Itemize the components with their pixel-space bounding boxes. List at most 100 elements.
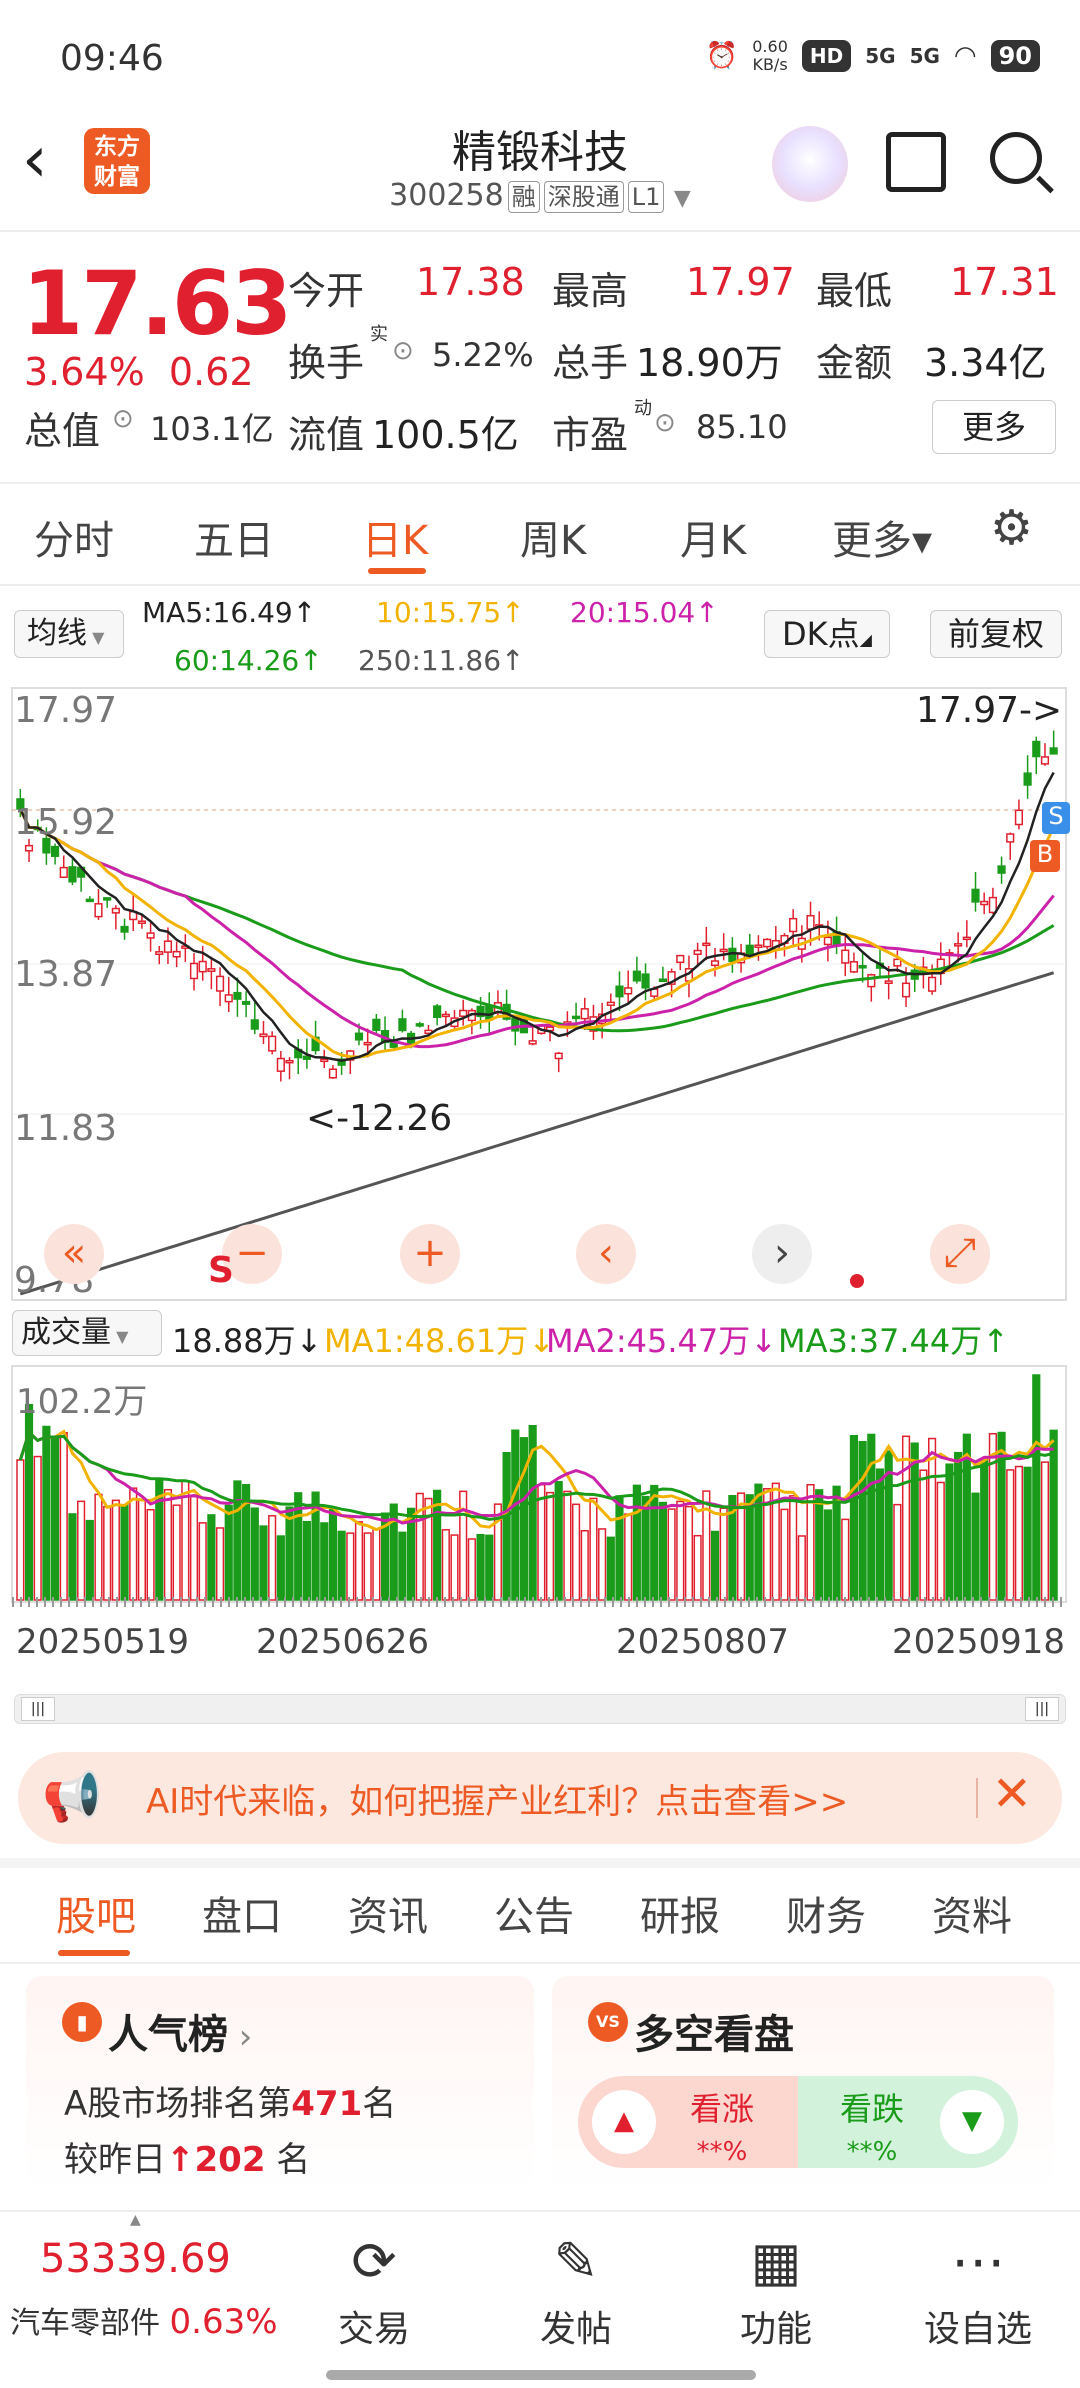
candle [858, 965, 867, 969]
promo-banner[interactable]: 📢 AI时代来临，如何把握产业红利？点击查看>> ✕ [18, 1752, 1062, 1844]
tab-five-day[interactable]: 五日 [194, 508, 274, 566]
tab-forum[interactable]: 股吧 [56, 1884, 136, 1942]
candle [728, 947, 737, 963]
zoom-in-icon[interactable]: + [400, 1224, 460, 1284]
assistant-avatar-icon[interactable] [772, 126, 848, 202]
close-icon[interactable]: ✕ [992, 1766, 1032, 1822]
bear-button-icon[interactable]: ▼ [940, 2090, 1004, 2154]
candle [754, 944, 763, 948]
nav-post[interactable]: ✎ 发帖 [506, 2230, 646, 2352]
kline-chart[interactable]: 17.97 15.92 13.87 11.83 9.78 17.97-> <-1… [0, 684, 1080, 1304]
promo-text[interactable]: AI时代来临，如何把握产业红利？点击查看>> [146, 1774, 848, 1823]
current-price: 17.63 [22, 252, 292, 355]
candle [85, 898, 94, 903]
nav-trade[interactable]: ⟳ 交易 [304, 2230, 444, 2352]
candle [1032, 740, 1041, 758]
dropdown-icon[interactable]: ▼ [674, 186, 691, 211]
tab-daily-k[interactable]: 日K [362, 508, 428, 566]
candle [415, 1023, 424, 1027]
volume-bar [85, 1519, 94, 1601]
more-button[interactable]: 更多 [932, 400, 1056, 454]
rewind-icon[interactable]: « [44, 1224, 104, 1284]
date-1: 20250519 [16, 1622, 190, 1662]
info-icon[interactable]: ⊙ [654, 408, 676, 438]
dk-point-button[interactable]: DK点◢ [764, 610, 890, 658]
volume-bar [797, 1535, 806, 1601]
candle [207, 968, 216, 972]
candle [1040, 756, 1050, 765]
caret-up-icon[interactable]: ▲ [130, 2212, 141, 2228]
gear-icon[interactable]: ⚙ [990, 500, 1033, 556]
nav-watchlist[interactable]: ⋯ 设自选 [908, 2230, 1048, 2352]
tab-news[interactable]: 资讯 [348, 1884, 428, 1942]
volume-chart[interactable]: 102.2万 [0, 1364, 1080, 1614]
nav-watchlist-label: 设自选 [923, 2309, 1032, 2350]
hd-icon: HD [801, 40, 852, 72]
candle [146, 932, 155, 939]
sell-marker[interactable]: S [1042, 802, 1070, 834]
volume-bar [954, 1451, 963, 1601]
ma-legend: 均线 ▼ MA5:16.49↑ 10:15.75↑ 20:15.04↑ 60:1… [0, 588, 1080, 684]
dk-point-label: DK点 [782, 615, 860, 653]
index-value[interactable]: 53339.69 [40, 2236, 231, 2282]
ma-selector[interactable]: 均线 ▼ [14, 610, 124, 658]
rank-prefix: A股市场排名第 [64, 2084, 292, 2124]
volume-bar [398, 1531, 407, 1601]
candle [676, 954, 685, 964]
volume-bar [632, 1484, 641, 1601]
nav-function-label: 功能 [739, 2309, 812, 2350]
adjust-button[interactable]: 前复权 [930, 610, 1062, 658]
chart-scrollbar[interactable]: ||| ||| [14, 1694, 1066, 1724]
home-indicator[interactable] [326, 2370, 756, 2380]
tab-weekly-k[interactable]: 周K [520, 508, 586, 566]
date-4: 20250918 [892, 1622, 1066, 1662]
volume-bar [302, 1520, 311, 1601]
volume-bar [16, 1459, 25, 1601]
candle [615, 985, 624, 998]
index-name-row[interactable]: 汽车零部件 0.63% [10, 2298, 278, 2342]
value-open: 17.38 [416, 260, 525, 304]
candle [1023, 772, 1032, 786]
share-icon[interactable] [886, 132, 946, 192]
candle [901, 982, 911, 998]
info-icon[interactable]: ⊙ [112, 404, 134, 434]
tab-profile[interactable]: 资料 [932, 1884, 1012, 1942]
vs-icon: VS [588, 2002, 628, 2042]
tab-research[interactable]: 研报 [640, 1884, 720, 1942]
scroll-handle-right[interactable]: ||| [1025, 1697, 1059, 1721]
tab-intraday[interactable]: 分时 [34, 508, 114, 566]
search-icon[interactable] [990, 132, 1042, 184]
candle [823, 936, 832, 946]
candle [320, 1058, 329, 1063]
bull-bear-card[interactable]: VS 多空看盘 ▲ 看涨 **% 看跌 **% ▼ [552, 1976, 1054, 2190]
volume-bar [259, 1525, 268, 1601]
candle [806, 914, 815, 930]
volume-bar [615, 1495, 624, 1601]
candle [302, 1055, 311, 1060]
popularity-card[interactable]: ▮ 人气榜 › A股市场排名第471名 较昨日↑202 名 [26, 1976, 534, 2190]
next-icon[interactable]: › [752, 1224, 812, 1284]
rank-suffix: 名 [362, 2084, 397, 2124]
info-icon[interactable]: ⊙ [392, 336, 414, 366]
indicator-selector[interactable]: 成交量 ▼ [12, 1310, 162, 1356]
volume-bar [42, 1425, 51, 1601]
tab-more[interactable]: 更多▾ [832, 508, 932, 566]
volume-bar [676, 1500, 685, 1601]
bull-button-icon[interactable]: ▲ [592, 2090, 656, 2154]
fullscreen-icon[interactable]: ⤢ [930, 1224, 990, 1284]
tab-announcement[interactable]: 公告 [494, 1884, 574, 1942]
candle [328, 1068, 338, 1079]
scroll-handle-left[interactable]: ||| [21, 1697, 55, 1721]
tab-orderbook[interactable]: 盘口 [202, 1884, 282, 1942]
label-high: 最高 [552, 269, 629, 313]
bull-text: 看涨 [690, 2090, 755, 2128]
tab-monthly-k[interactable]: 月K [680, 508, 746, 566]
prev-icon[interactable]: ‹ [576, 1224, 636, 1284]
volume-bar [563, 1490, 572, 1601]
nav-function[interactable]: ▦ 功能 [706, 2230, 846, 2352]
volume-bar [858, 1440, 867, 1601]
volume-bar [867, 1433, 876, 1601]
tab-financial[interactable]: 财务 [786, 1884, 866, 1942]
status-time: 09:46 [60, 38, 164, 79]
buy-marker[interactable]: B [1030, 840, 1060, 872]
